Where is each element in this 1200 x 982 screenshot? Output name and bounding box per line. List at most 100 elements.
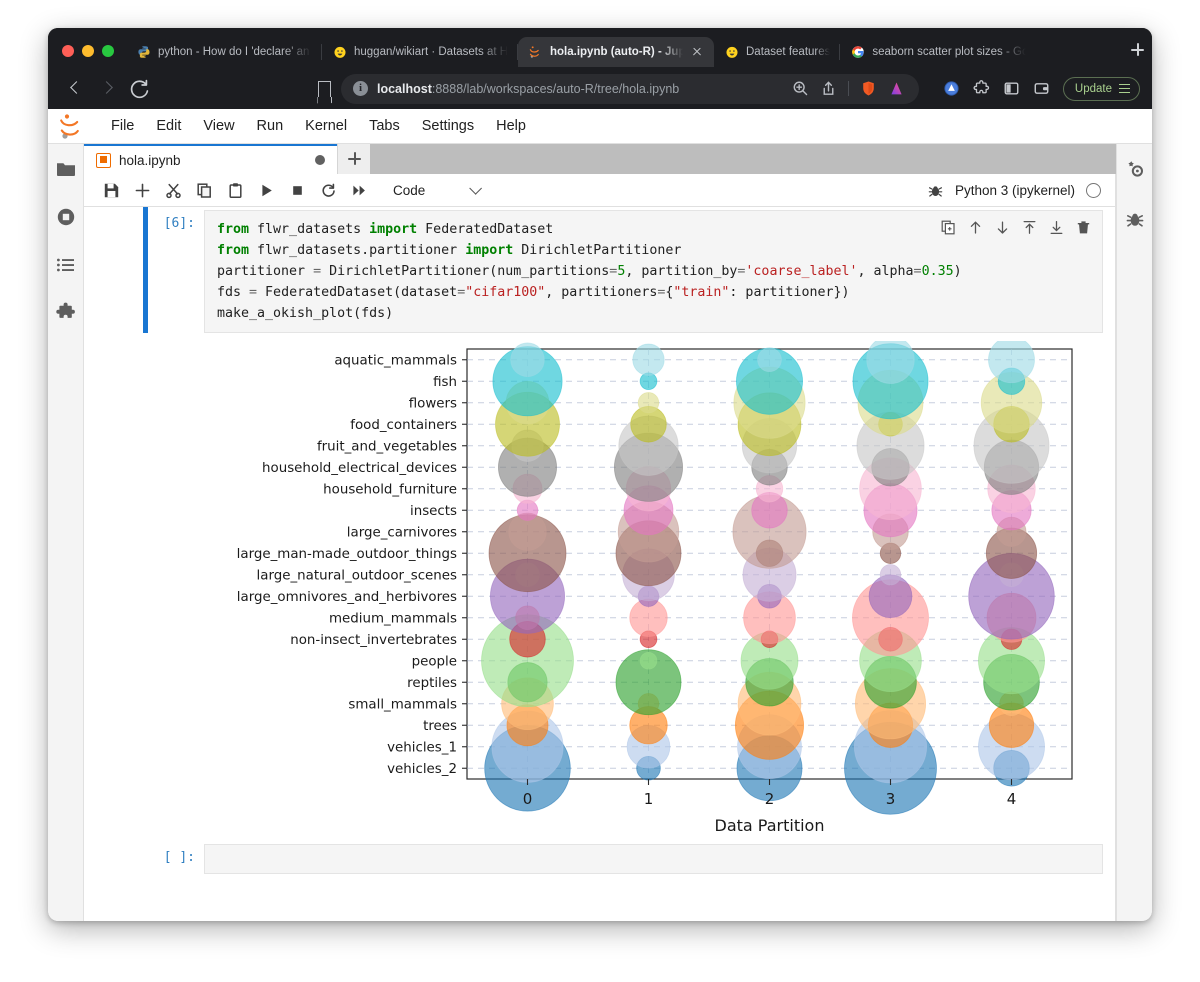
menu-kernel[interactable]: Kernel: [294, 114, 358, 138]
menu-settings[interactable]: Settings: [411, 114, 485, 138]
browser-nav-bar: i localhost:8888/lab/workspaces/auto-R/t…: [48, 68, 1152, 109]
close-tab-icon[interactable]: [690, 45, 704, 59]
add-document-button[interactable]: [337, 144, 370, 174]
restart-and-run-all-button[interactable]: [344, 177, 375, 204]
bookmark-icon[interactable]: [318, 80, 331, 97]
cut-cell-button[interactable]: [158, 177, 189, 204]
y-axis-tick-label: food_containers: [350, 418, 457, 433]
move-cell-down-icon[interactable]: [991, 216, 1013, 238]
browser-tab-title: Dataset features: [746, 46, 831, 58]
insert-cell-above-icon[interactable]: [1018, 216, 1040, 238]
x-axis-tick-label: 1: [643, 790, 653, 808]
cell-type-select[interactable]: Code: [385, 180, 486, 201]
y-axis-tick-label: large_natural_outdoor_scenes: [256, 568, 457, 583]
close-window-button[interactable]: [62, 45, 74, 57]
forward-button[interactable]: [94, 75, 122, 103]
save-button[interactable]: [96, 177, 127, 204]
browser-tab-title: huggan/wikiart · Datasets at Hug: [354, 46, 508, 58]
huggingface-icon: [333, 45, 347, 59]
browser-tab-1[interactable]: huggan/wikiart · Datasets at Hug: [322, 37, 518, 67]
browser-tab-3[interactable]: Dataset features: [714, 37, 841, 67]
python-icon: [137, 45, 151, 59]
insert-cell-below-icon[interactable]: [1045, 216, 1067, 238]
cell-editor[interactable]: from flwr_datasets import FederatedDatas…: [204, 210, 1103, 333]
url-bar[interactable]: i localhost:8888/lab/workspaces/auto-R/t…: [341, 73, 919, 104]
move-cell-up-icon[interactable]: [964, 216, 986, 238]
browser-tab-title: hola.ipynb (auto-R) - Jupyter: [550, 46, 683, 58]
zoom-in-icon[interactable]: [792, 80, 809, 97]
kernel-indicator: Python 3 (ipykernel): [927, 182, 1115, 199]
notebook-icon: [96, 152, 111, 168]
notebook-toolbar: Code Python 3 (ipykernel): [84, 174, 1115, 207]
url-text: localhost:8888/lab/workspaces/auto-R/tre…: [377, 82, 679, 96]
back-button[interactable]: [62, 75, 90, 103]
running-terminals-icon[interactable]: [55, 206, 77, 228]
menu-run[interactable]: Run: [246, 114, 295, 138]
leo-ai-icon[interactable]: [888, 80, 905, 97]
plot-output: vehicles_2 vehicles_1 trees small_mammals re…: [204, 333, 1103, 841]
notebook-cell-input[interactable]: [6]: from flwr_datasets import Federated…: [84, 207, 1115, 333]
delete-cell-icon[interactable]: [1072, 216, 1094, 238]
bubble-marker: [637, 392, 659, 414]
y-axis-tick-label: household_electrical_devices: [262, 461, 457, 476]
table-of-contents-icon[interactable]: [55, 254, 77, 276]
update-label: Update: [1074, 82, 1112, 95]
browser-tab-strip: python - How do I 'declare' an em huggan/…: [48, 28, 1152, 68]
chevron-down-icon: [469, 181, 483, 195]
minimize-window-button[interactable]: [82, 45, 94, 57]
stop-kernel-button[interactable]: [282, 177, 313, 204]
menu-file[interactable]: File: [100, 114, 145, 138]
jupyterlab-app: File Edit View Run Kernel Tabs Settings …: [48, 109, 1152, 921]
sidebar-toggle-icon[interactable]: [1003, 80, 1020, 97]
insert-cell-button[interactable]: [127, 177, 158, 204]
site-info-icon[interactable]: i: [353, 81, 368, 96]
reload-icon[interactable]: [126, 75, 154, 103]
x-axis-tick-label: 3: [885, 790, 895, 808]
browser-tab-2[interactable]: hola.ipynb (auto-R) - Jupyter: [518, 37, 714, 67]
property-inspector-icon[interactable]: [1124, 158, 1146, 180]
bubble-scatter-chart: vehicles_2 vehicles_1 trees small_mammals re…: [236, 341, 1073, 835]
menu-view[interactable]: View: [192, 114, 245, 138]
url-host: localhost: [377, 81, 432, 96]
browser-tab-0[interactable]: python - How do I 'declare' an em: [126, 37, 322, 67]
copy-cell-button[interactable]: [189, 177, 220, 204]
notebook-cell-empty[interactable]: [ ]:: [84, 841, 1115, 874]
y-axis-tick-label: aquatic_mammals: [334, 353, 457, 368]
menu-tabs[interactable]: Tabs: [358, 114, 411, 138]
y-axis-tick-label: large_omnivores_and_herbivores: [236, 590, 456, 605]
wallet-icon[interactable]: [1033, 80, 1050, 97]
cell-action-toolbar: [937, 216, 1094, 238]
menu-help[interactable]: Help: [485, 114, 537, 138]
maximize-window-button[interactable]: [102, 45, 114, 57]
file-browser-icon[interactable]: [55, 158, 77, 180]
x-axis-label: Data Partition: [714, 816, 824, 835]
restart-kernel-button[interactable]: [313, 177, 344, 204]
brave-rewards-icon[interactable]: [943, 80, 960, 97]
bug-icon[interactable]: [927, 182, 944, 199]
y-axis-tick-label: trees: [423, 719, 457, 734]
browser-tab-4[interactable]: seaborn scatter plot sizes - Goog: [840, 37, 1036, 67]
update-button[interactable]: Update: [1062, 76, 1140, 101]
y-axis-tick-label: insects: [409, 504, 456, 519]
jupyter-right-sidebar: [1116, 144, 1152, 921]
extensions-puzzle-icon[interactable]: [973, 80, 990, 97]
share-icon[interactable]: [820, 80, 837, 97]
extensions-icon[interactable]: [55, 302, 77, 324]
notebook-panel: Code Python 3 (ipykernel) [6]: from flwr…: [84, 174, 1116, 921]
debugger-icon[interactable]: [1124, 208, 1146, 230]
unsaved-indicator-icon[interactable]: [315, 155, 325, 165]
duplicate-cell-icon[interactable]: [937, 216, 959, 238]
run-cell-button[interactable]: [251, 177, 282, 204]
paste-cell-button[interactable]: [220, 177, 251, 204]
bubble-marker: [865, 341, 915, 384]
brave-shields-icon[interactable]: [860, 80, 877, 97]
bubble-marker: [879, 564, 901, 586]
new-tab-button[interactable]: [1122, 35, 1152, 65]
bubble-marker: [509, 342, 545, 377]
empty-cell-editor[interactable]: [204, 844, 1103, 874]
url-path: :8888/lab/workspaces/auto-R/tree/hola.ip…: [431, 81, 680, 96]
document-tab-hola-ipynb[interactable]: hola.ipynb: [84, 144, 337, 174]
kernel-busy-indicator[interactable]: [1086, 182, 1101, 198]
menu-edit[interactable]: Edit: [145, 114, 192, 138]
hamburger-menu-icon[interactable]: [1119, 83, 1130, 94]
